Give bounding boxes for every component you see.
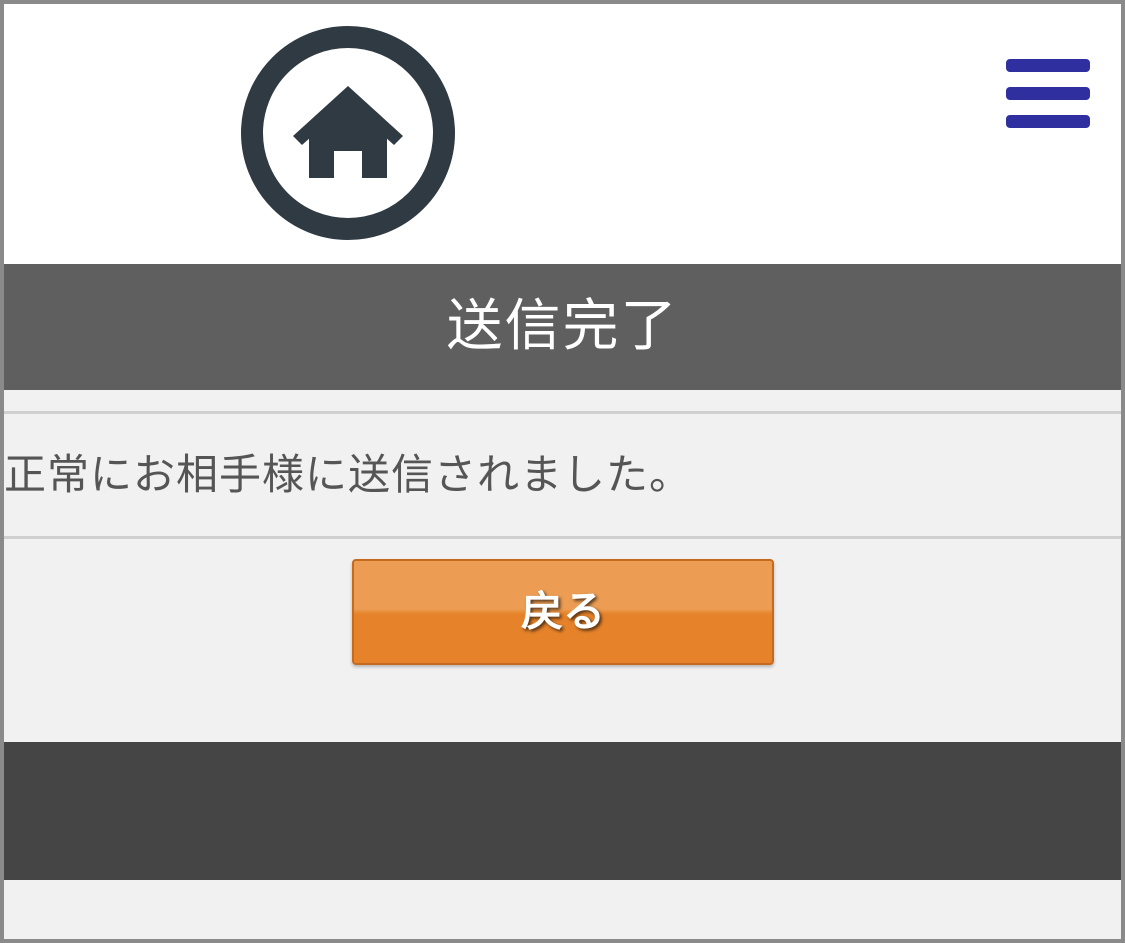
message-area: 正常にお相手様に送信されました。	[4, 411, 1121, 539]
back-button[interactable]: 戻る	[352, 559, 774, 665]
success-message: 正常にお相手様に送信されました。	[4, 450, 693, 499]
page-title: 送信完了	[446, 294, 679, 359]
home-icon[interactable]	[239, 24, 457, 242]
back-button-label: 戻る	[520, 587, 605, 636]
title-bar: 送信完了	[4, 264, 1121, 390]
hamburger-menu-icon[interactable]	[1006, 59, 1090, 129]
footer	[4, 742, 1121, 880]
page-frame: 送信完了 正常にお相手様に送信されました。 戻る	[4, 4, 1121, 939]
header	[4, 4, 1121, 264]
